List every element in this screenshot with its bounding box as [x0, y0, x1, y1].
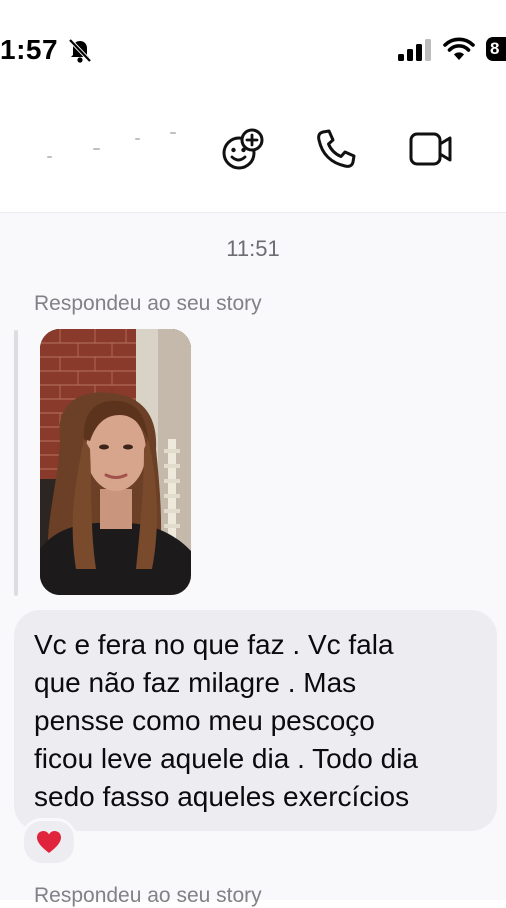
- add-effect-icon[interactable]: [220, 126, 266, 172]
- status-bar: 1:57 8: [0, 0, 506, 100]
- signal-icon: [398, 39, 431, 61]
- contact-name-redacted[interactable]: [40, 130, 190, 160]
- story-thumbnail[interactable]: [40, 329, 191, 595]
- wifi-icon: [443, 37, 475, 60]
- message-bubble[interactable]: Vc e fera no que faz . Vc fala que não f…: [14, 610, 497, 831]
- message-timestamp: 11:51: [226, 236, 280, 261]
- story-reply-label: Respondeu ao seu story: [34, 292, 262, 315]
- story-reply-bar: [14, 330, 18, 596]
- message-line: pensse como meu pescoço: [34, 705, 375, 736]
- heart-reaction[interactable]: [21, 818, 77, 866]
- message-text: Vc e fera no que faz . Vc fala que não f…: [34, 626, 484, 816]
- message-line: sedo fasso aqueles exercícios: [34, 781, 410, 812]
- message-line: que não faz milagre . Mas: [34, 667, 357, 698]
- story-photo: [40, 329, 191, 595]
- bell-slash-icon: [68, 38, 92, 63]
- conversation-header: [0, 100, 506, 213]
- story-reply-label-next: Respondeu ao seu story: [34, 884, 262, 907]
- battery-icon: 8: [486, 37, 506, 61]
- status-time: 1:57: [0, 34, 59, 65]
- heart-icon: [37, 831, 61, 853]
- message-line: Vc e fera no que faz . Vc fala: [34, 629, 394, 660]
- phone-icon[interactable]: [313, 126, 359, 172]
- chat-thread[interactable]: 11:51 Respondeu ao seu story Vc e fera n…: [0, 213, 506, 907]
- message-line: ficou leve aquele dia . Todo dia: [34, 743, 418, 774]
- video-camera-icon[interactable]: [408, 126, 454, 172]
